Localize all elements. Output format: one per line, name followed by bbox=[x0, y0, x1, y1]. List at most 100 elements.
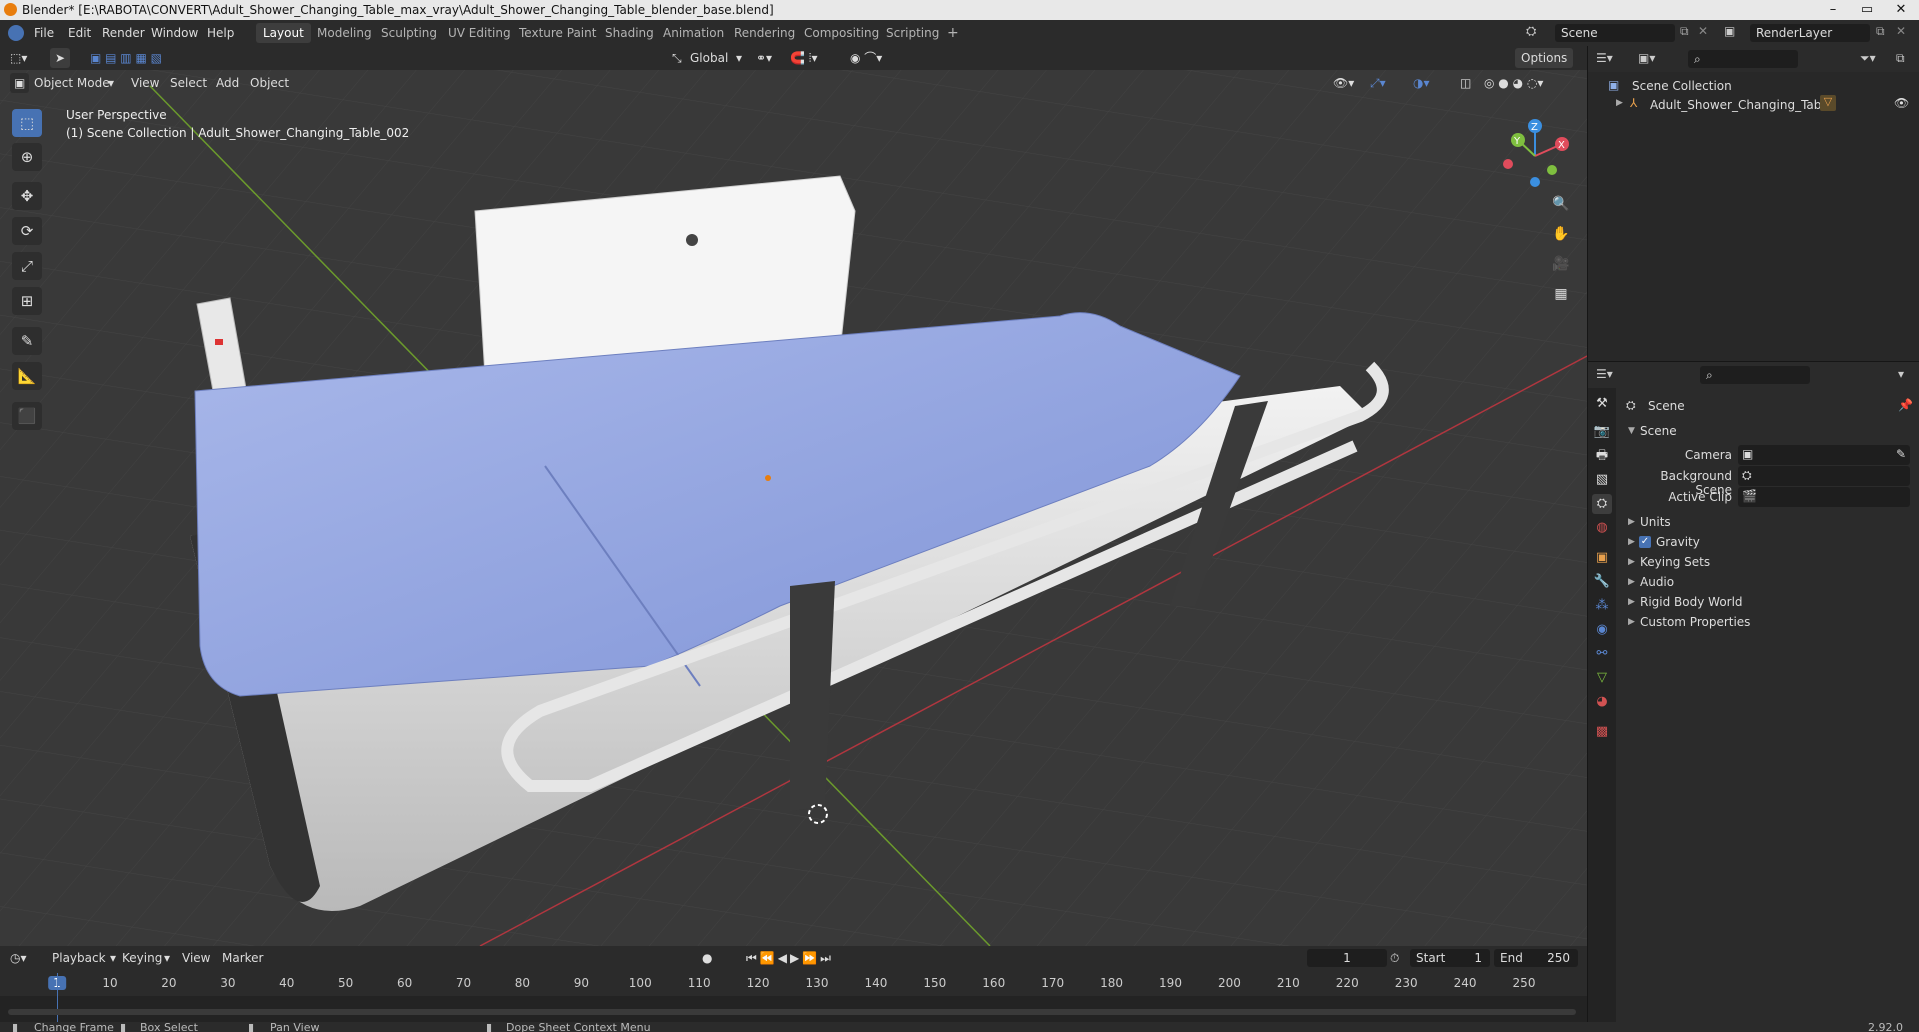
new-collection-icon[interactable]: ⧉ bbox=[1896, 51, 1905, 66]
current-frame-field[interactable]: 1 bbox=[1307, 949, 1387, 967]
menu-file[interactable]: File bbox=[34, 26, 54, 40]
close-window-button[interactable]: ✕ bbox=[1884, 0, 1918, 20]
transform-orientation-icon[interactable]: ⤡ bbox=[672, 48, 682, 68]
viewport-menu-add[interactable]: Add bbox=[216, 73, 239, 93]
world-tab-icon[interactable]: ◍ bbox=[1592, 518, 1612, 538]
tab-uv-editing[interactable]: UV Editing bbox=[441, 23, 518, 43]
panel-custom-properties[interactable]: Custom Properties bbox=[1640, 615, 1750, 629]
playhead-line[interactable] bbox=[57, 973, 58, 1028]
expand-arrow-icon[interactable]: ▶ bbox=[1616, 98, 1623, 108]
chevron-down-icon[interactable]: ▾ bbox=[736, 48, 742, 68]
transform-tool[interactable]: ⊞ bbox=[12, 287, 42, 315]
expand-arrow-icon[interactable]: ▶ bbox=[1628, 557, 1635, 567]
expand-arrow-icon[interactable]: ▶ bbox=[1628, 577, 1635, 587]
select-tool-icon[interactable]: ➤ bbox=[50, 48, 70, 68]
pivot-point-icon[interactable]: ⚭▾ bbox=[756, 48, 772, 68]
viewport-menu-object[interactable]: Object bbox=[250, 73, 289, 93]
timeline-menu-keying[interactable]: Keying bbox=[122, 948, 162, 968]
object-mode-icon[interactable]: ▣ bbox=[10, 73, 30, 93]
gizmo-toggle-icon[interactable]: ⤢▾ bbox=[1370, 73, 1386, 93]
eyedropper-icon[interactable]: ✎ bbox=[1896, 447, 1906, 461]
scale-tool[interactable]: ⤢ bbox=[12, 252, 42, 280]
panel-keying-sets[interactable]: Keying Sets bbox=[1640, 555, 1710, 569]
menu-window[interactable]: Window bbox=[151, 26, 198, 40]
constraints-tab-icon[interactable]: ⚯ bbox=[1592, 644, 1612, 664]
eye-visibility-icon[interactable]: 👁 bbox=[1894, 96, 1909, 110]
3d-viewport[interactable]: ⬚▾ ➤ ▣ ▤ ▥ ▦ ▧ ⤡ Global ▾ ⚭▾ 🧲 ⦙▾ ◉ ⌒▾ O… bbox=[0, 46, 1587, 946]
expand-arrow-icon[interactable]: ▶ bbox=[1628, 537, 1635, 547]
viewport-menu-view[interactable]: View bbox=[131, 73, 159, 93]
remove-layer-icon[interactable]: ✕ bbox=[1896, 24, 1906, 38]
minimize-button[interactable]: – bbox=[1816, 0, 1850, 20]
render-layer-selector[interactable]: RenderLayer bbox=[1750, 24, 1870, 42]
panel-scene-header[interactable]: Scene bbox=[1640, 424, 1677, 438]
menu-edit[interactable]: Edit bbox=[68, 26, 91, 40]
outliner-search-input[interactable]: ⌕ bbox=[1688, 50, 1798, 68]
panel-units[interactable]: Units bbox=[1640, 515, 1671, 529]
active-clip-field[interactable]: 🎬 bbox=[1738, 487, 1910, 507]
maximize-button[interactable]: ▭ bbox=[1850, 0, 1884, 20]
physics-tab-icon[interactable]: ◉ bbox=[1592, 620, 1612, 640]
outliner-scene-collection[interactable]: Scene Collection bbox=[1632, 79, 1732, 93]
material-tab-icon[interactable]: ◕ bbox=[1592, 692, 1612, 712]
menu-render[interactable]: Render bbox=[102, 26, 145, 40]
tab-layout[interactable]: Layout bbox=[256, 23, 311, 43]
tab-modeling[interactable]: Modeling bbox=[310, 23, 379, 43]
filter-icon[interactable]: ⏷▾ bbox=[1860, 51, 1876, 66]
render-tab-icon[interactable]: 📷 bbox=[1592, 422, 1612, 442]
add-workspace-button[interactable]: + bbox=[940, 23, 966, 43]
properties-editor-icon[interactable]: ☰▾ bbox=[1596, 367, 1613, 381]
menu-help[interactable]: Help bbox=[207, 26, 234, 40]
chevron-down-icon[interactable]: ▾ bbox=[1898, 367, 1904, 381]
perspective-toggle-icon[interactable]: ▦ bbox=[1548, 281, 1574, 307]
tab-shading[interactable]: Shading bbox=[598, 23, 661, 43]
output-tab-icon[interactable]: 🖶 bbox=[1592, 446, 1612, 466]
tab-rendering[interactable]: Rendering bbox=[727, 23, 802, 43]
timeline-menu-view[interactable]: View bbox=[182, 948, 210, 968]
proportional-edit-icon[interactable]: ◉ ⌒▾ bbox=[850, 48, 882, 68]
rotate-tool[interactable]: ⟳ bbox=[12, 217, 42, 245]
expand-arrow-icon[interactable]: ▶ bbox=[1628, 517, 1635, 527]
add-cube-tool[interactable]: ⬛ bbox=[12, 402, 42, 430]
blender-menu-icon[interactable] bbox=[8, 25, 24, 41]
move-tool[interactable]: ✥ bbox=[12, 182, 42, 210]
properties-search-input[interactable]: ⌕ bbox=[1700, 366, 1810, 384]
scene-tab-icon[interactable]: ⛭ bbox=[1592, 494, 1612, 514]
snap-icon[interactable]: 🧲 ⦙▾ bbox=[790, 48, 817, 68]
scene-selector[interactable]: Scene bbox=[1555, 24, 1675, 42]
chevron-down-icon[interactable]: ▾ bbox=[164, 948, 170, 968]
start-frame-field[interactable]: Start 1 bbox=[1410, 949, 1490, 967]
particles-tab-icon[interactable]: ⁂ bbox=[1592, 596, 1612, 616]
tab-texture-paint[interactable]: Texture Paint bbox=[512, 23, 603, 43]
camera-view-icon[interactable]: 🎥 bbox=[1548, 251, 1574, 277]
chevron-down-icon[interactable]: ▾ bbox=[110, 948, 116, 968]
data-tab-icon[interactable]: ▽ bbox=[1592, 668, 1612, 688]
navigation-gizmo[interactable]: Z X Y bbox=[1490, 114, 1570, 194]
tab-sculpting[interactable]: Sculpting bbox=[374, 23, 444, 43]
annotate-tool[interactable]: ✎ bbox=[12, 327, 42, 355]
tab-scripting[interactable]: Scripting bbox=[879, 23, 946, 43]
tab-compositing[interactable]: Compositing bbox=[797, 23, 886, 43]
zoom-icon[interactable]: 🔍 bbox=[1548, 191, 1574, 217]
cursor-tool[interactable]: ⊕ bbox=[12, 143, 42, 171]
pan-hand-icon[interactable]: ✋ bbox=[1548, 221, 1574, 247]
record-icon[interactable]: ● bbox=[702, 948, 712, 968]
texture-tab-icon[interactable]: ▩ bbox=[1592, 722, 1612, 742]
timeline-editor-icon[interactable]: ◷▾ bbox=[10, 948, 27, 968]
tab-animation[interactable]: Animation bbox=[656, 23, 731, 43]
viewport-scene[interactable] bbox=[0, 46, 1587, 946]
new-scene-icon[interactable]: ⧉ bbox=[1680, 24, 1689, 39]
camera-field[interactable]: ▣ ✎ bbox=[1738, 445, 1910, 465]
editor-type-icon[interactable]: ⬚▾ bbox=[10, 48, 27, 68]
panel-gravity[interactable]: Gravity bbox=[1656, 535, 1700, 549]
measure-tool[interactable]: 📐 bbox=[12, 362, 42, 390]
mode-selector[interactable]: Object Mode bbox=[34, 73, 110, 93]
display-mode-icon[interactable]: ▣▾ bbox=[1638, 51, 1655, 65]
timeline-scrollbar[interactable] bbox=[8, 1009, 1576, 1015]
playback-controls-icons[interactable]: ⏮⏪◀▶⏩⏭ bbox=[746, 948, 834, 968]
panel-rigid-body-world[interactable]: Rigid Body World bbox=[1640, 595, 1743, 609]
select-mode-icons[interactable]: ▣ ▤ ▥ ▦ ▧ bbox=[90, 48, 162, 68]
stopwatch-icon[interactable]: ⏱ bbox=[1390, 948, 1399, 968]
options-dropdown[interactable]: Options bbox=[1515, 48, 1574, 68]
shading-modes-icons[interactable]: ◎ ● ◕ ◌▾ bbox=[1484, 73, 1543, 93]
